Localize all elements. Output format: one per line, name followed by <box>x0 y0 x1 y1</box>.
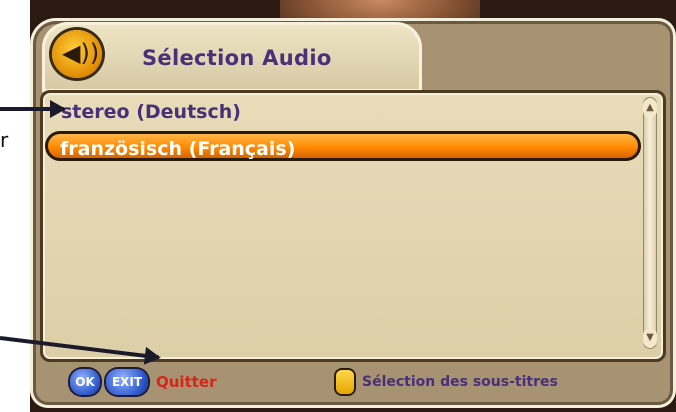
ok-button[interactable]: OK <box>70 369 100 395</box>
speaker-glyph: ◀)) <box>62 39 100 67</box>
yellow-key-icon[interactable] <box>336 370 354 394</box>
quit-label: Quitter <box>156 373 217 391</box>
annotation-text-fragment: r <box>0 128 9 152</box>
panel-title: Sélection Audio <box>142 46 332 70</box>
annotation-arrow-top <box>0 100 66 118</box>
scroll-up-icon[interactable]: ▲ <box>643 99 657 117</box>
scrollbar[interactable]: ▲ ▼ <box>643 97 657 349</box>
scroll-down-icon[interactable]: ▼ <box>643 329 657 347</box>
audio-track-item[interactable]: stereo (Deutsch) <box>49 97 635 127</box>
subtitles-selection-label: Sélection des sous-titres <box>362 374 558 390</box>
audio-track-item-selected[interactable]: französisch (Français) <box>45 131 641 161</box>
panel-footer: OK EXIT Quitter Sélection des sous-titre… <box>40 362 660 402</box>
speaker-icon: ◀)) <box>52 30 102 78</box>
exit-button[interactable]: EXIT <box>106 369 148 395</box>
audio-track-list: stereo (Deutsch) französisch (Français) … <box>40 90 666 362</box>
